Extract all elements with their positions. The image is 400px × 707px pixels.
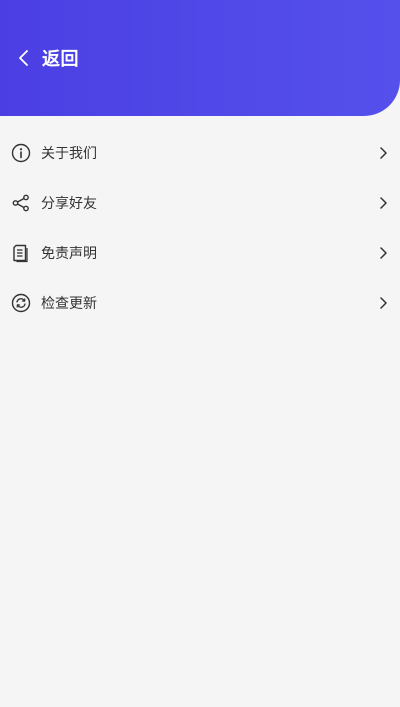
page-title: 返回 xyxy=(42,49,79,70)
chevron-left-icon[interactable] xyxy=(16,49,32,67)
chevron-right-icon xyxy=(378,196,388,210)
menu-item-label: 免责声明 xyxy=(41,246,97,262)
document-icon xyxy=(11,243,31,263)
settings-menu: 关于我们 分享好友 免责声明 检查更新 xyxy=(0,128,400,328)
share-icon xyxy=(11,193,31,213)
menu-item-disclaimer[interactable]: 免责声明 xyxy=(0,228,400,278)
menu-item-check-update[interactable]: 检查更新 xyxy=(0,278,400,328)
menu-item-share-friends[interactable]: 分享好友 xyxy=(0,178,400,228)
refresh-icon xyxy=(11,293,31,313)
chevron-right-icon xyxy=(378,146,388,160)
menu-item-about-us[interactable]: 关于我们 xyxy=(0,128,400,178)
chevron-right-icon xyxy=(378,296,388,310)
menu-item-label: 分享好友 xyxy=(41,196,97,212)
menu-item-label: 关于我们 xyxy=(41,146,97,162)
info-icon xyxy=(11,143,31,163)
header-bar: 返回 xyxy=(0,0,400,116)
chevron-right-icon xyxy=(378,246,388,260)
back-button[interactable]: 返回 xyxy=(16,45,79,71)
menu-item-label: 检查更新 xyxy=(41,296,97,312)
